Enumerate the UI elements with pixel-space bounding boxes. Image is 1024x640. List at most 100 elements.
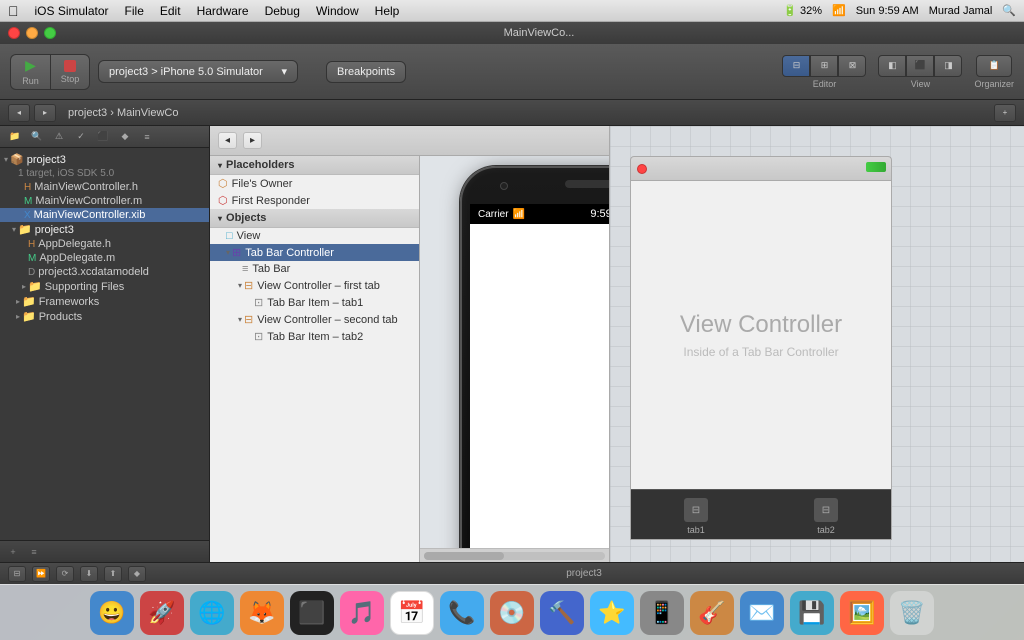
nav-debug-icon[interactable]: ⬛ bbox=[94, 129, 112, 145]
ib-vc-first[interactable]: ▾ ⊟ View Controller – first tab bbox=[210, 277, 419, 294]
ib-canvas: Carrier 📶 9:59 AM bbox=[420, 156, 609, 562]
ib-tab-item-2[interactable]: ⊡ Tab Bar Item – tab2 bbox=[210, 328, 419, 345]
close-button[interactable] bbox=[8, 27, 20, 39]
forward-button[interactable]: ▸ bbox=[34, 104, 56, 122]
dock-finder[interactable]: 😀 bbox=[90, 591, 134, 635]
tree-item-mainvc-m[interactable]: M MainViewController.m bbox=[0, 194, 209, 208]
add-file-button[interactable]: + bbox=[4, 544, 22, 560]
dock-appstore[interactable]: ⭐ bbox=[590, 591, 634, 635]
utilities-toggle[interactable]: ◨ bbox=[934, 55, 962, 77]
ib-first-responder[interactable]: ⬡ First Responder bbox=[210, 192, 419, 209]
dock-firefox[interactable]: 🦊 bbox=[240, 591, 284, 635]
dock-disk-utility[interactable]: 💾 bbox=[790, 591, 834, 635]
add-tab-button[interactable]: + bbox=[994, 104, 1016, 122]
back-button[interactable]: ◂ bbox=[8, 104, 30, 122]
nav-folder-icon[interactable]: 📁 bbox=[6, 129, 24, 145]
storyboard-canvas: View Controller Inside of a Tab Bar Cont… bbox=[610, 126, 1024, 562]
vc-tab-1[interactable]: ⊟ tab1 bbox=[684, 498, 708, 535]
minimize-button[interactable] bbox=[26, 27, 38, 39]
menu-item-simulator[interactable]: iOS Simulator bbox=[35, 4, 109, 18]
menu-item-debug[interactable]: Debug bbox=[265, 4, 300, 18]
dock-xcode[interactable]: 🔨 bbox=[540, 591, 584, 635]
navigator-toggle[interactable]: ◧ bbox=[878, 55, 906, 77]
nav-log-icon[interactable]: ≡ bbox=[138, 129, 156, 145]
scroll-thumb[interactable] bbox=[424, 552, 504, 560]
vc-tab-2[interactable]: ⊟ tab2 bbox=[814, 498, 838, 535]
bottom-btn-1[interactable]: ⊟ bbox=[8, 566, 26, 582]
objects-header: ▾ Objects bbox=[210, 209, 419, 228]
ib-view[interactable]: □ View bbox=[210, 228, 419, 244]
tree-item-datamodel[interactable]: D project3.xcdatamodeld bbox=[0, 265, 209, 279]
tree-item-appdelegate-h[interactable]: H AppDelegate.h bbox=[0, 237, 209, 251]
dock-skype[interactable]: 📞 bbox=[440, 591, 484, 635]
bottom-btn-4[interactable]: ⬇ bbox=[80, 566, 98, 582]
tree-item-mainvc-xib[interactable]: X MainViewController.xib bbox=[0, 208, 209, 222]
menu-item-help[interactable]: Help bbox=[375, 4, 400, 18]
tree-item-products[interactable]: ▸ 📁 Products bbox=[0, 309, 209, 324]
dock-simulator[interactable]: 📱 bbox=[640, 591, 684, 635]
breakpoints-button[interactable]: Breakpoints bbox=[326, 61, 406, 83]
tree-item-mainvc-h[interactable]: H MainViewController.h bbox=[0, 180, 209, 194]
build-status: project3 bbox=[566, 568, 602, 579]
dock-itunes[interactable]: 🎵 bbox=[340, 591, 384, 635]
tab-item-2-icon: ⊡ bbox=[254, 330, 263, 343]
dock-instruments[interactable]: 🎸 bbox=[690, 591, 734, 635]
tree-item-project3-group[interactable]: ▾ 📁 project3 bbox=[0, 222, 209, 237]
ib-files-owner[interactable]: ⬡ File's Owner bbox=[210, 175, 419, 192]
breadcrumb-file[interactable]: MainViewCo bbox=[117, 107, 179, 119]
dock-calendar[interactable]: 📅 bbox=[390, 591, 434, 635]
ib-nav-forward[interactable]: ▸ bbox=[243, 132, 262, 149]
vc-close-btn[interactable] bbox=[637, 164, 647, 174]
run-label: Run bbox=[22, 76, 39, 86]
dock-photos[interactable]: 🖼️ bbox=[840, 591, 884, 635]
expand-arrow: ▾ bbox=[226, 248, 230, 257]
dock-trash[interactable]: 🗑️ bbox=[890, 591, 934, 635]
breadcrumb-project[interactable]: project3 bbox=[68, 107, 107, 119]
tree-project-root[interactable]: ▾ 📦 project3 bbox=[0, 152, 209, 167]
scheme-selector[interactable]: project3 > iPhone 5.0 Simulator ▾ bbox=[98, 60, 298, 83]
bottom-btn-6[interactable]: ◆ bbox=[128, 566, 146, 582]
dock-safari[interactable]: 🌐 bbox=[190, 591, 234, 635]
tabbar-controller-icon: ⊞ bbox=[232, 246, 241, 259]
run-button[interactable]: ▶ Run bbox=[10, 54, 50, 90]
clock: Sun 9:59 AM bbox=[856, 5, 919, 17]
ib-tabbar[interactable]: ≡ Tab Bar bbox=[210, 261, 419, 277]
dock-terminal[interactable]: ⬛ bbox=[290, 591, 334, 635]
organizer-group: 📋 Organizer bbox=[974, 55, 1014, 89]
stop-button[interactable]: Stop bbox=[50, 54, 90, 90]
ib-tab-item-1[interactable]: ⊡ Tab Bar Item – tab1 bbox=[210, 294, 419, 311]
menu-item-file[interactable]: File bbox=[125, 4, 144, 18]
iphone-screen: Carrier 📶 9:59 AM bbox=[470, 204, 609, 562]
bottom-btn-2[interactable]: ⏩ bbox=[32, 566, 50, 582]
wifi-status-icon: 📶 bbox=[513, 209, 525, 220]
apple-menu[interactable]:  bbox=[8, 3, 19, 19]
tree-item-appdelegate-m[interactable]: M AppDelegate.m bbox=[0, 251, 209, 265]
filter-button[interactable]: ≡ bbox=[25, 544, 43, 560]
dock-launchpad[interactable]: 🚀 bbox=[140, 591, 184, 635]
nav-test-icon[interactable]: ✓ bbox=[72, 129, 90, 145]
tree-item-supporting[interactable]: ▸ 📁 Supporting Files bbox=[0, 279, 209, 294]
nav-breakpoint-icon[interactable]: ◆ bbox=[116, 129, 134, 145]
dock-mail[interactable]: ✉️ bbox=[740, 591, 784, 635]
ib-tabbar-controller[interactable]: ▾ ⊞ Tab Bar Controller bbox=[210, 244, 419, 261]
nav-search-icon[interactable]: 🔍 bbox=[28, 129, 46, 145]
dock-dvd-player[interactable]: 💿 bbox=[490, 591, 534, 635]
bottom-btn-5[interactable]: ⬆ bbox=[104, 566, 122, 582]
bottom-btn-3[interactable]: ⟳ bbox=[56, 566, 74, 582]
version-editor-button[interactable]: ⊠ bbox=[838, 55, 866, 77]
nav-warning-icon[interactable]: ⚠ bbox=[50, 129, 68, 145]
tree-item-frameworks[interactable]: ▸ 📁 Frameworks bbox=[0, 294, 209, 309]
toolbar-right: ⊟ ⊞ ⊠ Editor ◧ ⬛ ◨ View bbox=[782, 55, 1014, 89]
standard-editor-button[interactable]: ⊟ bbox=[782, 55, 810, 77]
debug-toggle[interactable]: ⬛ bbox=[906, 55, 934, 77]
tab-item-1-icon: ⊡ bbox=[254, 296, 263, 309]
menu-item-hardware[interactable]: Hardware bbox=[197, 4, 249, 18]
menu-item-window[interactable]: Window bbox=[316, 4, 359, 18]
ib-vc-second[interactable]: ▾ ⊟ View Controller – second tab bbox=[210, 311, 419, 328]
assistant-editor-button[interactable]: ⊞ bbox=[810, 55, 838, 77]
ib-nav-back[interactable]: ◂ bbox=[218, 132, 237, 149]
search-icon[interactable]: 🔍 bbox=[1002, 4, 1016, 17]
organizer-button[interactable]: 📋 bbox=[976, 55, 1012, 77]
menu-item-edit[interactable]: Edit bbox=[160, 4, 181, 18]
zoom-button[interactable] bbox=[44, 27, 56, 39]
